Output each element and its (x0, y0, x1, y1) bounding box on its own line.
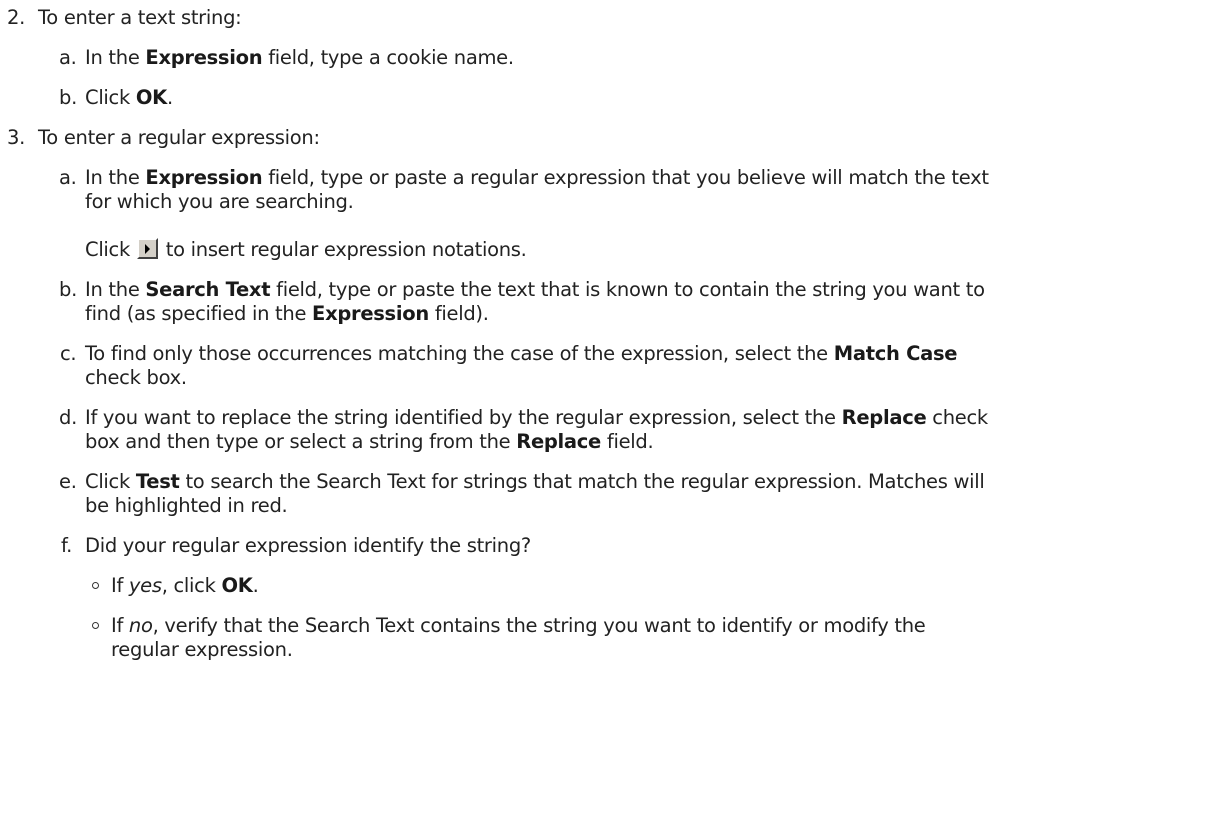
step-3-text: To enter a regular expression: (38, 126, 320, 149)
step-3c-marker: c. (60, 342, 77, 365)
step-3b-marker: b. (59, 278, 77, 301)
step-3b-text: In the Search Text field, type or paste … (85, 278, 985, 301)
ok-button-label: OK (221, 574, 253, 597)
step-3a-marker: a. (59, 166, 77, 189)
step-3f-yes: If yes, click OK. (111, 574, 259, 597)
step-3f-no: If no, verify that the Search Text conta… (111, 614, 926, 637)
step-3d-text-line2: box and then type or select a string fro… (85, 430, 654, 453)
step-2-text: To enter a text string: (38, 6, 242, 29)
step-3d-text: If you want to replace the string identi… (85, 406, 988, 429)
step-2b-text: Click OK. (85, 86, 173, 109)
replace-field-label: Replace (516, 430, 601, 453)
expression-field-label: Expression (312, 302, 429, 325)
document: 2. To enter a text string: a. In the Exp… (0, 0, 1231, 814)
step-3f-no-line2: regular expression. (111, 638, 293, 661)
step-3a-text: In the Expression field, type or paste a… (85, 166, 989, 189)
step-2a-text: In the Expression field, type a cookie n… (85, 46, 514, 69)
step-3f-marker: f. (61, 534, 73, 557)
replace-checkbox-label: Replace (841, 406, 927, 429)
step-3d-marker: d. (59, 406, 77, 429)
step-3a-note: Click to insert regular expression notat… (85, 238, 527, 261)
step-3b-text-line2: find (as specified in the Expression fie… (85, 302, 489, 325)
step-3e-marker: e. (59, 470, 77, 493)
expression-field-label: Expression (145, 46, 263, 69)
search-text-field-label: Search Text (145, 278, 271, 301)
step-3-marker: 3. (7, 126, 26, 149)
step-3c-text-line2: check box. (85, 366, 187, 389)
step-3e-text: Click Test to search the Search Text for… (85, 470, 985, 493)
test-button-label: Test (135, 470, 180, 493)
step-3c-text: To find only those occurrences matching … (85, 342, 958, 365)
step-3a-text-line2: for which you are searching. (85, 190, 354, 213)
expression-field-label: Expression (145, 166, 263, 189)
bullet-icon (92, 582, 99, 589)
step-2a-marker: a. (59, 46, 77, 69)
ok-button-label: OK (135, 86, 167, 109)
step-2-marker: 2. (7, 6, 26, 29)
step-2b-marker: b. (59, 86, 77, 109)
match-case-label: Match Case (833, 342, 958, 365)
bullet-icon (92, 622, 99, 629)
step-3e-text-line2: be highlighted in red. (85, 494, 288, 517)
step-3f-text: Did your regular expression identify the… (85, 534, 531, 557)
insert-regex-arrow-icon (136, 238, 158, 259)
